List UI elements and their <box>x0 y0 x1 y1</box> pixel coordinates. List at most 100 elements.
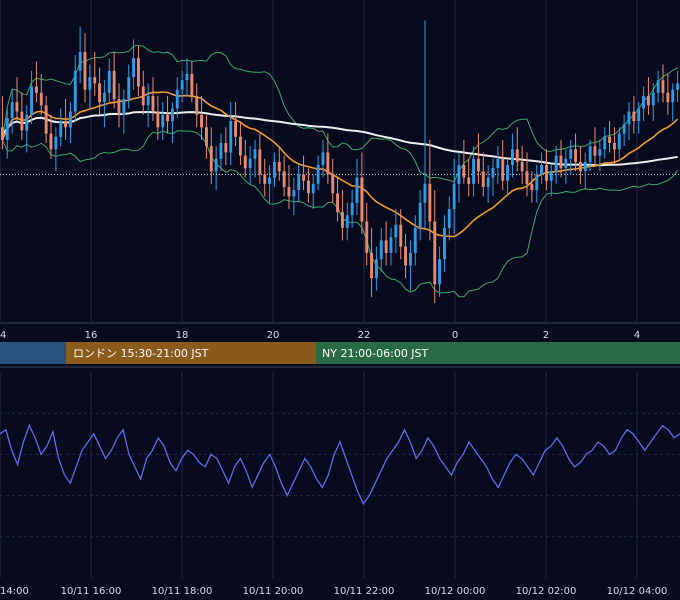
candle-body <box>598 149 602 156</box>
candle-body <box>355 177 359 203</box>
candle-body <box>64 121 67 128</box>
candle-body <box>219 143 223 159</box>
candle-body <box>588 146 592 162</box>
candle-body <box>316 165 320 184</box>
session-ny-label: NY 21:00-06:00 JST <box>322 347 429 360</box>
candle-body <box>331 174 335 194</box>
candle-body <box>54 136 58 150</box>
candle-body <box>399 224 403 247</box>
candle-body <box>481 171 485 187</box>
candle-body <box>472 158 475 184</box>
chart-background <box>0 0 680 600</box>
candle-body <box>112 70 116 100</box>
candle-body <box>311 183 315 194</box>
session-london-label: ロンドン 15:30-21:00 JST <box>73 347 209 360</box>
candle-body <box>409 252 412 266</box>
candle-body <box>73 70 77 112</box>
candle-body <box>224 143 228 153</box>
candle-body <box>457 165 461 184</box>
candle-body <box>530 183 534 191</box>
candle-body <box>156 111 160 128</box>
candle-body <box>200 114 203 128</box>
candle-body <box>166 114 169 122</box>
candle-body <box>234 121 237 137</box>
candle-body <box>467 177 471 184</box>
candle-body <box>20 111 24 131</box>
candle-body <box>205 127 208 147</box>
fx-chart: 4 16 18 20 22 0 2 4 ロンドン 15:30-21:00 JST NY 21:… <box>0 0 680 600</box>
candle-body <box>180 80 184 90</box>
candle-body <box>370 252 373 278</box>
candle-body <box>49 133 53 150</box>
candle-body <box>443 227 446 260</box>
candle-body <box>360 177 364 222</box>
candle-body <box>122 99 126 115</box>
candle-body <box>161 114 165 128</box>
candle-body <box>30 86 33 115</box>
candle-body <box>418 202 422 228</box>
candle-body <box>127 77 131 100</box>
candle-body <box>103 92 106 103</box>
candle-body <box>10 102 14 118</box>
osc-x-tick: 10/11 22:00 <box>334 586 395 597</box>
candle-body <box>554 155 558 172</box>
osc-x-tick: 10/12 04:00 <box>607 586 668 597</box>
candle-body <box>214 158 218 172</box>
candle-body <box>676 83 679 90</box>
candle-body <box>1 127 4 140</box>
candle-body <box>520 161 524 172</box>
candle-body <box>428 183 432 222</box>
candle-body <box>515 149 519 162</box>
candle-body <box>622 124 626 134</box>
candle-body <box>501 158 505 181</box>
price-x-tick: 22 <box>358 330 371 341</box>
candle-body <box>175 89 179 109</box>
candle-body <box>292 190 296 197</box>
price-x-tick: 4 <box>0 330 6 341</box>
price-x-tick: 4 <box>634 330 640 341</box>
candle-body <box>88 77 92 90</box>
candle-body <box>447 209 451 228</box>
candle-body <box>569 149 573 159</box>
session-tokyo <box>0 342 66 364</box>
candle-body <box>413 227 417 253</box>
candle-body <box>389 237 393 253</box>
candle-body <box>282 171 286 187</box>
candle-body <box>83 52 87 90</box>
candle-body <box>146 95 150 106</box>
candle-body <box>190 73 194 96</box>
candle-body <box>302 174 305 181</box>
candle-body <box>583 161 587 172</box>
candle-body <box>78 52 82 71</box>
candle-body <box>345 215 349 228</box>
candle-body <box>268 177 271 184</box>
osc-x-tick: 10/11 16:00 <box>61 586 122 597</box>
candle-body <box>195 95 199 115</box>
candle-body <box>404 246 407 266</box>
candle-body <box>574 149 577 162</box>
candle-body <box>486 177 490 187</box>
price-x-tick: 16 <box>85 330 98 341</box>
candle-body <box>637 108 641 122</box>
candle-body <box>59 121 63 137</box>
session-bar: ロンドン 15:30-21:00 JST NY 21:00-06:00 JST <box>0 342 680 364</box>
candle-body <box>185 73 189 81</box>
candle-body <box>642 95 645 109</box>
candle-body <box>384 240 388 253</box>
candle-body <box>651 92 655 106</box>
candle-body <box>307 180 310 194</box>
osc-x-tick: 14:00 <box>0 586 29 597</box>
price-x-tick: 18 <box>176 330 189 341</box>
candle-body <box>525 171 529 184</box>
candle-body <box>365 221 369 253</box>
candle-body <box>617 133 621 150</box>
candle-body <box>297 174 301 191</box>
candle-body <box>379 240 383 260</box>
candle-body <box>326 152 330 175</box>
candle-body <box>98 83 101 103</box>
candle-body <box>433 221 437 285</box>
candle-body <box>137 58 140 87</box>
candle-body <box>632 111 636 121</box>
osc-x-tick: 10/12 00:00 <box>425 586 486 597</box>
candle-body <box>287 187 291 197</box>
